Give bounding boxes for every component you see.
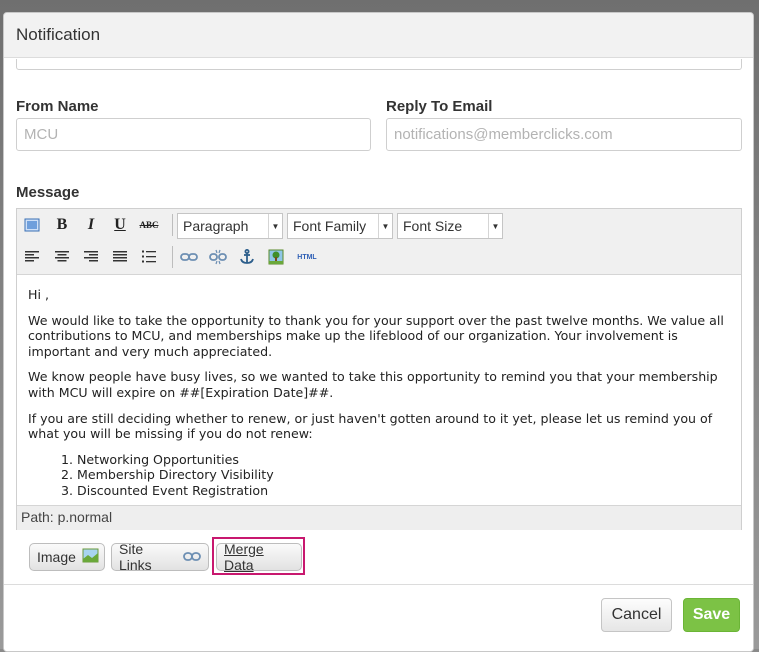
modal-title: Notification [16, 25, 101, 44]
message-editor: B I U ABC Paragraph ▼ Font Family ▼ Font… [16, 208, 742, 530]
insert-image-button[interactable]: Image [29, 543, 105, 571]
chevron-down-icon: ▼ [268, 214, 282, 238]
anchor-icon[interactable] [236, 246, 258, 268]
merge-data-highlight [212, 537, 305, 575]
font-family-select[interactable]: Font Family ▼ [287, 213, 393, 239]
cancel-button[interactable]: Cancel [601, 598, 672, 632]
image-icon [82, 548, 99, 566]
font-family-select-value: Font Family [293, 218, 367, 234]
paragraph-2: We know people have busy lives, so we wa… [28, 369, 718, 400]
italic-icon[interactable]: I [80, 214, 102, 236]
toolbar-divider [172, 246, 173, 268]
align-center-icon[interactable] [51, 246, 73, 268]
unlink-icon[interactable] [207, 246, 229, 268]
reply-to-email-label: Reply To Email [386, 98, 493, 115]
modal-footer: Cancel Save [4, 584, 753, 651]
image-icon[interactable] [265, 246, 287, 268]
align-justify-icon[interactable] [109, 246, 131, 268]
html-source-icon[interactable]: HTML [293, 246, 321, 268]
greeting-text: Hi , [28, 287, 49, 302]
align-left-icon[interactable] [21, 246, 43, 268]
font-size-select[interactable]: Font Size ▼ [397, 213, 503, 239]
message-label: Message [16, 184, 80, 201]
strikethrough-icon[interactable]: ABC [138, 214, 160, 236]
modal-header: Notification [4, 13, 753, 58]
list-item: Networking Opportunities [77, 452, 730, 468]
save-button[interactable]: Save [683, 598, 740, 632]
bold-icon[interactable]: B [51, 214, 73, 236]
align-right-icon[interactable] [80, 246, 102, 268]
font-size-select-value: Font Size [403, 218, 463, 234]
chevron-down-icon: ▼ [488, 214, 502, 238]
underline-icon[interactable]: U [109, 214, 131, 236]
site-links-button[interactable]: Site Links [111, 541, 209, 573]
link-icon [183, 549, 201, 565]
editor-path-bar: Path: p.normal [17, 505, 741, 530]
editor-toolbar: B I U ABC Paragraph ▼ Font Family ▼ Font… [17, 209, 741, 275]
modal-body: From Name Reply To Email Message B I U A… [4, 59, 753, 585]
notification-modal: Notification From Name Reply To Email Me… [3, 12, 754, 652]
from-name-label: From Name [16, 98, 99, 115]
reply-to-email-input[interactable] [386, 118, 742, 151]
link-icon[interactable] [178, 246, 200, 268]
subject-input[interactable] [16, 59, 742, 70]
paragraph-3: If you are still deciding whether to ren… [28, 410, 713, 442]
from-name-input[interactable] [16, 118, 371, 151]
list-item: Discounted Event Registration [77, 483, 730, 499]
benefits-list: Networking Opportunities Membership Dire… [28, 452, 730, 499]
numbered-list-icon[interactable] [138, 246, 160, 268]
format-select-value: Paragraph [183, 218, 249, 234]
insert-image-label: Image [37, 549, 76, 565]
format-select[interactable]: Paragraph ▼ [177, 213, 283, 239]
site-links-label: Site Links [119, 541, 152, 573]
editor-content-area[interactable]: Hi , We would like to take the opportuni… [17, 275, 741, 505]
chevron-down-icon: ▼ [378, 214, 392, 238]
paragraph-1: We would like to take the opportunity to… [28, 312, 724, 359]
toolbar-divider [172, 214, 173, 236]
select-all-icon[interactable] [21, 214, 43, 236]
list-item: Membership Directory Visibility [77, 467, 730, 483]
